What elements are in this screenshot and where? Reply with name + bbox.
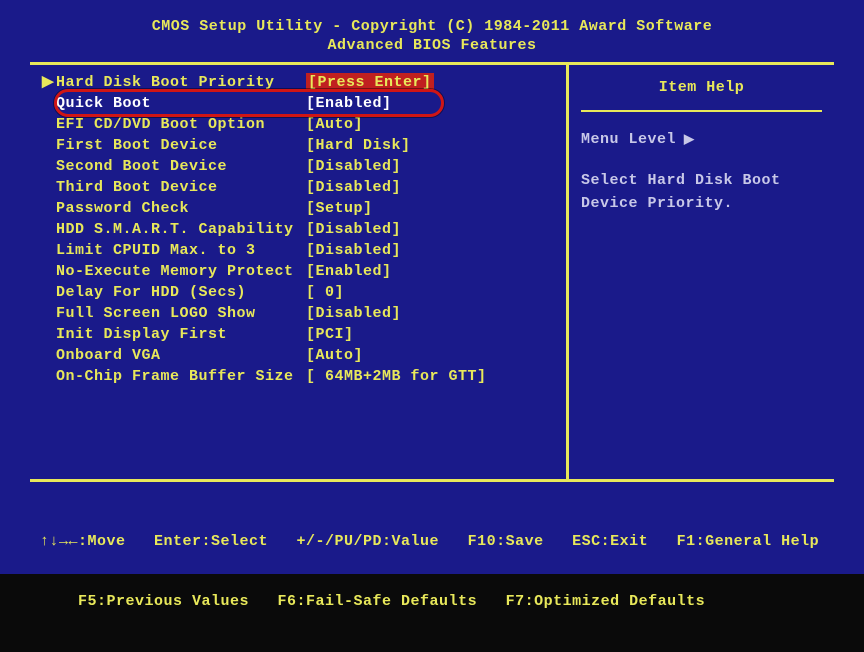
menu-item-value: [Press Enter] bbox=[306, 73, 434, 92]
help-desc-2: Device Priority. bbox=[581, 194, 822, 213]
menu-item-9[interactable]: No-Execute Memory Protect[Enabled] bbox=[42, 262, 558, 281]
menu-item-4[interactable]: Second Boot Device[Disabled] bbox=[42, 157, 558, 176]
menu-level: Menu Level ▶ bbox=[581, 130, 822, 149]
menu-item-value: [Hard Disk] bbox=[306, 136, 411, 155]
menu-item-label: Limit CPUID Max. to 3 bbox=[56, 241, 306, 260]
menu-item-label: Third Boot Device bbox=[56, 178, 306, 197]
menu-item-3[interactable]: First Boot Device[Hard Disk] bbox=[42, 136, 558, 155]
menu-item-label: Hard Disk Boot Priority bbox=[56, 73, 306, 92]
menu-level-label: Menu Level bbox=[581, 130, 676, 149]
panels: ▶Hard Disk Boot Priority[Press Enter] Qu… bbox=[30, 62, 834, 482]
menu-item-12[interactable]: Init Display First[PCI] bbox=[42, 325, 558, 344]
menu-item-label: Init Display First bbox=[56, 325, 306, 344]
footer-hints: ↑↓→←:Move Enter:Select +/-/PU/PD:Value F… bbox=[30, 492, 834, 652]
menu-item-7[interactable]: HDD S.M.A.R.T. Capability[Disabled] bbox=[42, 220, 558, 239]
menu-item-0[interactable]: ▶Hard Disk Boot Priority[Press Enter] bbox=[42, 73, 558, 92]
menu-item-value: [ 64MB+2MB for GTT] bbox=[306, 367, 487, 386]
footer-line-1: ↑↓→←:Move Enter:Select +/-/PU/PD:Value F… bbox=[40, 532, 834, 552]
menu-item-label: Second Boot Device bbox=[56, 157, 306, 176]
header-subtitle: Advanced BIOS Features bbox=[30, 37, 834, 54]
menu-item-1[interactable]: Quick Boot[Enabled] bbox=[42, 94, 558, 113]
menu-item-value: [Disabled] bbox=[306, 241, 401, 260]
menu-item-label: EFI CD/DVD Boot Option bbox=[56, 115, 306, 134]
help-title: Item Help bbox=[581, 73, 822, 112]
menu-item-label: Onboard VGA bbox=[56, 346, 306, 365]
menu-item-value: [Auto] bbox=[306, 346, 363, 365]
menu-item-13[interactable]: Onboard VGA[Auto] bbox=[42, 346, 558, 365]
menu-item-label: No-Execute Memory Protect bbox=[56, 262, 306, 281]
menu-item-value: [Enabled] bbox=[306, 262, 392, 281]
menu-item-label: Delay For HDD (Secs) bbox=[56, 283, 306, 302]
menu-item-2[interactable]: EFI CD/DVD Boot Option[Auto] bbox=[42, 115, 558, 134]
menu-item-value: [Disabled] bbox=[306, 157, 401, 176]
menu-item-11[interactable]: Full Screen LOGO Show[Disabled] bbox=[42, 304, 558, 323]
menu-item-value: [Disabled] bbox=[306, 304, 401, 323]
menu-item-value: [Disabled] bbox=[306, 178, 401, 197]
menu-item-10[interactable]: Delay For HDD (Secs)[ 0] bbox=[42, 283, 558, 302]
bios-screen: CMOS Setup Utility - Copyright (C) 1984-… bbox=[0, 0, 864, 574]
menu-item-6[interactable]: Password Check[Setup] bbox=[42, 199, 558, 218]
menu-item-label: Full Screen LOGO Show bbox=[56, 304, 306, 323]
menu-item-value: [Disabled] bbox=[306, 220, 401, 239]
menu-item-label: Quick Boot bbox=[56, 94, 306, 113]
menu-item-label: Password Check bbox=[56, 199, 306, 218]
menu-item-label: First Boot Device bbox=[56, 136, 306, 155]
header: CMOS Setup Utility - Copyright (C) 1984-… bbox=[30, 18, 834, 54]
chevron-right-icon: ▶ bbox=[684, 130, 695, 149]
menu-item-value: [ 0] bbox=[306, 283, 344, 302]
menu-item-8[interactable]: Limit CPUID Max. to 3[Disabled] bbox=[42, 241, 558, 260]
menu-item-label: On-Chip Frame Buffer Size bbox=[56, 367, 306, 386]
settings-panel: ▶Hard Disk Boot Priority[Press Enter] Qu… bbox=[30, 65, 569, 479]
menu-item-value: [PCI] bbox=[306, 325, 354, 344]
footer-line-2: F5:Previous Values F6:Fail-Safe Defaults… bbox=[40, 592, 834, 612]
pointer-icon: ▶ bbox=[42, 73, 56, 92]
menu-item-value: [Setup] bbox=[306, 199, 373, 218]
menu-item-14[interactable]: On-Chip Frame Buffer Size[ 64MB+2MB for … bbox=[42, 367, 558, 386]
menu-item-value: [Enabled] bbox=[306, 94, 392, 113]
menu-item-5[interactable]: Third Boot Device[Disabled] bbox=[42, 178, 558, 197]
menu-item-value: [Auto] bbox=[306, 115, 363, 134]
help-panel: Item Help Menu Level ▶ Select Hard Disk … bbox=[569, 65, 834, 479]
help-desc-1: Select Hard Disk Boot bbox=[581, 171, 822, 190]
menu-item-label: HDD S.M.A.R.T. Capability bbox=[56, 220, 306, 239]
header-title: CMOS Setup Utility - Copyright (C) 1984-… bbox=[30, 18, 834, 35]
